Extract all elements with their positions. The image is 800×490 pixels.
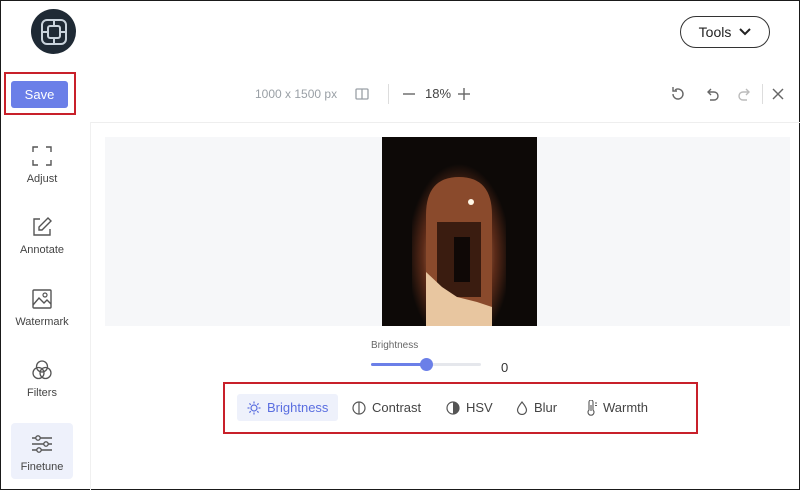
close-icon[interactable] (771, 87, 785, 101)
zoom-in-icon[interactable] (457, 87, 471, 101)
slider-label: Brightness (371, 340, 419, 351)
frame-logo-icon (31, 9, 76, 54)
reset-icon[interactable] (670, 86, 686, 102)
zoom-level: 18% (425, 86, 452, 101)
sidebar-item-annotate[interactable]: Annotate (11, 206, 73, 262)
toolbar-separator (388, 84, 389, 104)
sidebar-item-label: Finetune (20, 461, 64, 473)
sidebar-item-filters[interactable]: Filters (11, 349, 73, 405)
overlapping-circles-icon (32, 360, 52, 380)
sidebar-item-label: Adjust (26, 173, 58, 185)
sidebar-item-label: Filters (27, 387, 57, 399)
tab-warmth[interactable]: Warmth (575, 394, 658, 421)
thermometer-icon (587, 399, 597, 416)
toolbar-separator (762, 84, 763, 104)
tab-label: HSV (466, 400, 493, 415)
undo-icon[interactable] (704, 86, 720, 102)
tab-blur[interactable]: Blur (506, 394, 567, 421)
tools-label: Tools (698, 24, 732, 40)
chevron-down-icon (739, 28, 752, 36)
sliders-icon (32, 435, 52, 453)
tools-button[interactable]: Tools (680, 16, 770, 48)
save-button[interactable]: Save (11, 81, 68, 108)
zoom-out-icon[interactable] (402, 87, 416, 101)
redo-icon[interactable] (737, 86, 753, 102)
tab-hsv[interactable]: HSV (436, 394, 503, 421)
droplet-icon (516, 400, 528, 415)
compare-icon[interactable] (355, 87, 369, 101)
tab-label: Contrast (372, 400, 422, 415)
toolbar-divider (90, 122, 800, 123)
sidebar-item-watermark[interactable]: Watermark (11, 278, 73, 334)
contrast-icon (352, 400, 366, 415)
brightness-slider[interactable] (371, 358, 481, 371)
sidebar-item-adjust[interactable]: Adjust (11, 135, 73, 191)
tab-label: Blur (534, 400, 558, 415)
slider-value: 0 (501, 360, 509, 375)
sidebar-item-label: Watermark (15, 316, 69, 328)
tab-contrast[interactable]: Contrast (342, 394, 431, 421)
sidebar-divider (90, 122, 91, 490)
sidebar-item-finetune[interactable]: Finetune (11, 423, 73, 479)
tab-brightness[interactable]: Brightness (237, 394, 339, 421)
tab-label: Brightness (267, 400, 329, 415)
sun-icon (247, 401, 261, 414)
pencil-box-icon (33, 217, 52, 236)
image-dimensions: 1000 x 1500 px (255, 87, 338, 101)
image-icon (32, 289, 52, 309)
tab-label: Warmth (603, 400, 649, 415)
slider-thumb[interactable] (420, 358, 433, 371)
sidebar-item-label: Annotate (19, 244, 65, 256)
slider-fill (371, 363, 426, 366)
half-circle-icon (446, 400, 460, 415)
crop-frame-icon (32, 146, 52, 166)
preview-image (382, 137, 537, 326)
